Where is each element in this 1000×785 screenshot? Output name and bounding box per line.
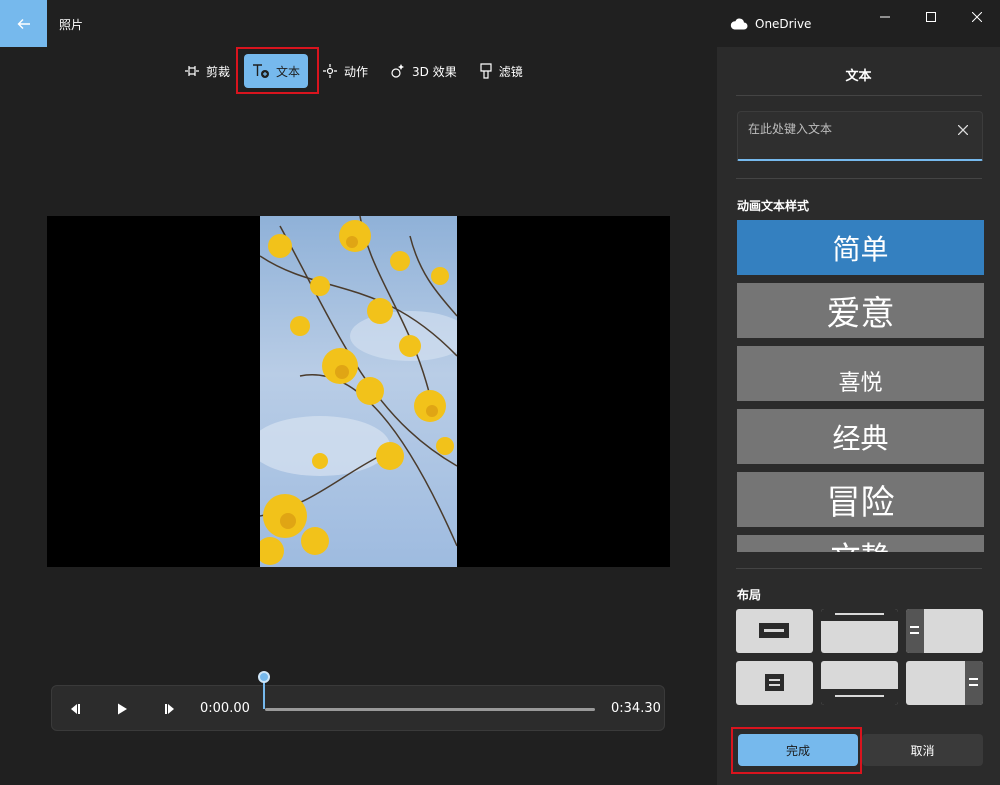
tool-motion-label: 动作: [344, 64, 369, 79]
style-love[interactable]: 爱意: [737, 283, 984, 338]
text-input-placeholder: 在此处键入文本: [748, 122, 833, 136]
style-calm[interactable]: 文静: [737, 535, 984, 552]
layout-top-banner-icon: [821, 609, 898, 621]
motion-icon: [323, 64, 338, 78]
play-button[interactable]: [107, 686, 137, 732]
tool-3d-effects[interactable]: 3D 效果: [382, 54, 465, 88]
style-joy[interactable]: 喜悦: [737, 346, 984, 401]
close-button[interactable]: [954, 0, 1000, 33]
divider: [736, 178, 982, 179]
minimize-button[interactable]: [862, 0, 908, 33]
clear-icon[interactable]: [958, 125, 968, 135]
text-tool-highlight: [236, 47, 319, 94]
layout-left-bar[interactable]: [906, 609, 983, 653]
tool-crop[interactable]: 剪裁: [176, 54, 238, 88]
layout-top-banner[interactable]: [821, 609, 898, 653]
app-title: 照片: [59, 18, 84, 32]
back-arrow-icon: [17, 18, 30, 29]
layout-center-box-icon: [759, 623, 789, 638]
previous-frame-icon: [71, 704, 80, 714]
style-label: 简单: [832, 232, 889, 266]
divider: [736, 95, 982, 96]
onedrive-status[interactable]: OneDrive: [730, 17, 811, 31]
layout-right-bar-icon: [965, 661, 983, 705]
timeline-track[interactable]: [265, 708, 595, 711]
timeline-playhead[interactable]: [258, 671, 270, 683]
total-time: 0:34.30: [611, 701, 661, 716]
done-button-highlight: [731, 727, 862, 774]
style-label: 冒险: [826, 483, 895, 523]
layout-center-small-icon: [765, 674, 784, 691]
next-frame-icon: [165, 704, 174, 714]
style-adventure[interactable]: 冒险: [737, 472, 984, 527]
layout-left-bar-icon: [906, 609, 924, 653]
edit-toolbar: 剪裁 文本 动作 3D 效果 滤镜: [176, 52, 537, 90]
minimize-icon: [880, 16, 890, 17]
panel-title: 文本: [845, 69, 872, 84]
filters-icon: [480, 63, 492, 79]
text-style-list: 简单 爱意 喜悦 经典 冒险 文静: [737, 220, 984, 552]
styles-label: 动画文本样式: [737, 199, 810, 213]
layout-bottom-banner-icon: [821, 661, 898, 705]
layout-right-bar[interactable]: [906, 661, 983, 705]
timeline-playhead-line: [263, 682, 265, 709]
flower-photo-art: [260, 216, 457, 565]
layout-bottom-banner[interactable]: [821, 661, 898, 705]
tool-motion[interactable]: 动作: [314, 54, 376, 88]
window-controls: [862, 0, 1000, 33]
text-side-panel: 文本 在此处键入文本 动画文本样式 简单 爱意 喜悦 经典 冒险 文静 布局: [717, 47, 1000, 785]
previous-frame-button[interactable]: [60, 686, 90, 732]
onedrive-label: OneDrive: [755, 17, 812, 31]
layout-grid: [736, 609, 984, 705]
close-icon: [972, 11, 982, 22]
video-preview: [47, 216, 670, 567]
maximize-button[interactable]: [908, 0, 954, 33]
playback-bar: 0:00.00 0:34.30: [51, 685, 665, 731]
layout-center-box[interactable]: [736, 609, 813, 653]
style-label: 经典: [832, 421, 889, 455]
layout-label: 布局: [737, 588, 762, 602]
flower-photo: [260, 216, 457, 567]
tool-filters[interactable]: 滤镜: [471, 54, 531, 88]
style-label: 喜悦: [838, 370, 883, 396]
style-simple[interactable]: 简单: [737, 220, 984, 275]
tool-filters-label: 滤镜: [498, 64, 523, 79]
play-icon: [118, 703, 127, 715]
current-time: 0:00.00: [200, 701, 250, 716]
tool-3d-effects-label: 3D 效果: [412, 64, 457, 79]
maximize-icon: [926, 11, 936, 22]
style-classic[interactable]: 经典: [737, 409, 984, 464]
layout-center-small[interactable]: [736, 661, 813, 705]
next-frame-button[interactable]: [155, 686, 185, 732]
style-label: 文静: [831, 533, 891, 552]
crop-icon: [185, 66, 199, 76]
3d-effects-icon: [391, 64, 405, 78]
cancel-button[interactable]: 取消: [862, 734, 983, 766]
back-button[interactable]: [0, 0, 47, 47]
divider: [736, 568, 982, 569]
tool-crop-label: 剪裁: [206, 64, 231, 79]
text-input[interactable]: 在此处键入文本: [737, 111, 983, 161]
cloud-icon: [730, 18, 748, 30]
style-label: 爱意: [826, 294, 895, 334]
